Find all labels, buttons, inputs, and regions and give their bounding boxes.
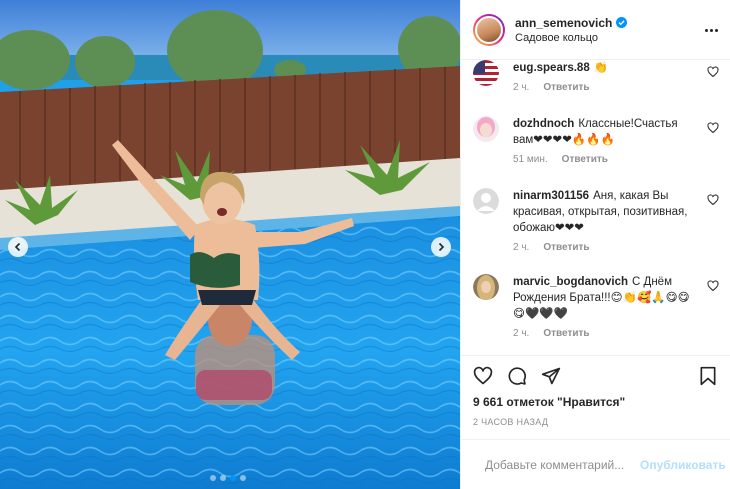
- comment-username[interactable]: ninarm301156: [513, 190, 589, 202]
- verified-badge-icon: [616, 17, 628, 28]
- publish-button[interactable]: Опубликовать: [640, 458, 726, 472]
- carousel-indicator: [210, 475, 246, 481]
- blonde-woman-avatar[interactable]: [473, 274, 499, 300]
- comment-icon[interactable]: [507, 366, 527, 386]
- comment-time[interactable]: 51 мин.: [513, 154, 548, 165]
- carousel-dot: [220, 475, 226, 481]
- pink-hair-girl-avatar[interactable]: [473, 116, 499, 142]
- comment-username[interactable]: dozhdnoch: [513, 118, 574, 130]
- reply-button[interactable]: Ответить: [543, 328, 589, 339]
- bookmark-icon[interactable]: [698, 366, 718, 386]
- post-header: ann_semenovich Садовое кольцо: [461, 0, 730, 60]
- comment-username[interactable]: marvic_bogdanovich: [513, 276, 628, 288]
- previous-photo-button[interactable]: [8, 237, 28, 257]
- reply-button[interactable]: Ответить: [543, 82, 589, 93]
- comments-list[interactable]: eug.spears.88 👏 2 ч. Ответить dozhdnoch Кла: [461, 60, 730, 355]
- reply-button[interactable]: Ответить: [562, 154, 608, 165]
- post-location[interactable]: Садовое кольцо: [515, 32, 627, 44]
- author-username[interactable]: ann_semenovich: [515, 16, 612, 30]
- comment-time[interactable]: 2 ч.: [513, 82, 529, 93]
- comment-item: ninarm301156 Аня, какая Вы красивая, откр…: [473, 188, 719, 253]
- default-user-avatar[interactable]: [473, 188, 499, 214]
- more-icon[interactable]: [704, 24, 718, 36]
- share-icon[interactable]: [541, 366, 561, 386]
- comment-time[interactable]: 2 ч.: [513, 242, 529, 253]
- add-comment-bar: Опубликовать: [461, 439, 730, 489]
- chevron-left-icon: [14, 242, 21, 252]
- carousel-dot: [210, 475, 216, 481]
- comment-like-heart-icon[interactable]: [707, 280, 719, 292]
- comment-like-heart-icon[interactable]: [707, 194, 719, 206]
- comment-item: marvic_bogdanovich С Днём Рождения Брата!…: [473, 274, 719, 339]
- carousel-dot: [240, 475, 246, 481]
- comment-item: eug.spears.88 👏 2 ч. Ответить: [473, 60, 719, 93]
- comment-text: 👏: [593, 62, 609, 74]
- comment-input[interactable]: [485, 457, 640, 472]
- post-modal: ann_semenovich Садовое кольцо eug.spears…: [0, 0, 730, 489]
- post-timestamp[interactable]: 2 ЧАСОВ НАЗАД: [461, 417, 730, 433]
- post-actions-bar: [461, 355, 730, 395]
- next-photo-button[interactable]: [431, 237, 451, 257]
- comment-time[interactable]: 2 ч.: [513, 328, 529, 339]
- likes-count[interactable]: 9 661 отметок "Нравится": [461, 395, 730, 413]
- pool-photo-scene: [0, 0, 460, 489]
- comment-username[interactable]: eug.spears.88: [513, 62, 590, 74]
- heart-icon[interactable]: [473, 366, 493, 386]
- reply-button[interactable]: Ответить: [543, 242, 589, 253]
- comment-item: dozhdnoch Классные!Счастья вам❤❤❤❤🔥🔥🔥 51 …: [473, 116, 719, 165]
- post-side-panel: ann_semenovich Садовое кольцо eug.spears…: [460, 0, 730, 489]
- flag-usa-avatar[interactable]: [473, 60, 499, 86]
- author-avatar[interactable]: [473, 13, 505, 46]
- post-photo[interactable]: [0, 0, 460, 489]
- comment-like-heart-icon[interactable]: [707, 122, 719, 134]
- carousel-dot-active: [230, 475, 236, 481]
- comment-like-heart-icon[interactable]: [707, 66, 719, 78]
- chevron-right-icon: [438, 242, 445, 252]
